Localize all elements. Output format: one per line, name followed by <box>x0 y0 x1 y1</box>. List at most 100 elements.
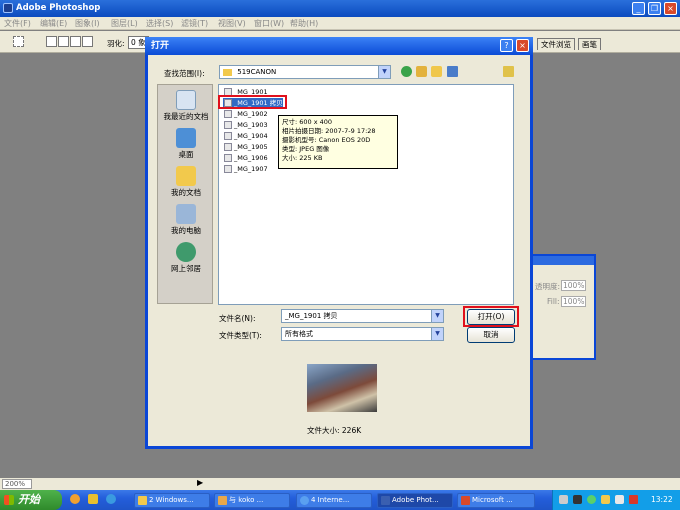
image-file-icon <box>224 154 232 162</box>
back-icon[interactable] <box>401 66 412 77</box>
tooltip-date: 相片拍摄日期: 2007-7-9 17:28 <box>282 127 376 135</box>
zoom-level[interactable]: 200% <box>2 479 32 489</box>
chevron-down-icon[interactable]: ▼ <box>431 310 443 322</box>
open-button-highlight <box>463 306 519 327</box>
menu-filter[interactable]: 滤镜(T) <box>181 18 208 29</box>
tooltip-size: 大小: 225 KB <box>282 154 323 162</box>
filename-value: _MG_1901 拷贝 <box>285 312 338 320</box>
new-folder-icon[interactable] <box>431 66 442 77</box>
menu-help[interactable]: 帮助(H) <box>290 18 318 29</box>
place-my-computer[interactable]: 我的电脑 <box>158 204 214 236</box>
list-item[interactable]: _MG_1903 <box>223 120 268 130</box>
fill-label: Fill: <box>547 297 560 306</box>
places-bar: 我最近的文档 桌面 我的文档 我的电脑 网上邻居 <box>157 84 213 304</box>
tooltip-camera: 摄影机型号: Canon EOS 20D <box>282 136 371 144</box>
cancel-button[interactable]: 取消 <box>467 327 515 343</box>
subtract-selection-icon[interactable] <box>70 36 81 47</box>
tray-icon[interactable] <box>587 495 596 504</box>
folder-icon <box>138 496 147 505</box>
up-folder-icon[interactable] <box>416 66 427 77</box>
task-chat[interactable]: 与 koko ... <box>214 493 290 508</box>
list-item[interactable]: _MG_1902 <box>223 109 268 119</box>
look-in-select[interactable]: 519CANON ▼ <box>219 65 391 79</box>
opacity-value[interactable]: 100% <box>561 280 587 291</box>
file-info-tooltip: 尺寸: 600 x 400 相片拍摄日期: 2007-7-9 17:28 摄影机… <box>278 115 398 169</box>
fill-value[interactable]: 100% <box>561 296 587 307</box>
new-selection-icon[interactable] <box>46 36 57 47</box>
image-file-icon <box>224 110 232 118</box>
quicklaunch-icon[interactable] <box>70 494 80 504</box>
task-internet[interactable]: 4 Interne... <box>296 493 372 508</box>
browser-icon <box>300 496 309 505</box>
help-icon[interactable]: ? <box>500 39 513 52</box>
place-desktop[interactable]: 桌面 <box>158 128 214 160</box>
chevron-down-icon[interactable]: ▼ <box>378 66 390 78</box>
task-microsoft[interactable]: Microsoft ... <box>457 493 535 508</box>
file-size-label: 文件大小: 226K <box>307 426 362 435</box>
views-menu-icon[interactable] <box>447 66 458 77</box>
list-item[interactable]: _MG_1904 <box>223 131 268 141</box>
place-recent[interactable]: 我最近的文档 <box>158 90 214 122</box>
filename-input[interactable]: _MG_1901 拷贝 ▼ <box>281 309 444 323</box>
tooltip-dimensions: 尺寸: 600 x 400 <box>282 118 333 126</box>
chat-icon <box>218 496 227 505</box>
menu-file[interactable]: 文件(F) <box>4 18 31 29</box>
image-file-icon <box>224 165 232 173</box>
menu-layer[interactable]: 图层(L) <box>111 18 138 29</box>
place-my-documents[interactable]: 我的文档 <box>158 166 214 198</box>
system-tray: 13:22 <box>552 490 680 510</box>
menu-bar: 文件(F) 编辑(E) 图象(I) 图层(L) 选择(S) 滤镜(T) 视图(V… <box>0 17 680 30</box>
layers-palette: 透明度: 100% Fill: 100% <box>531 254 596 360</box>
add-selection-icon[interactable] <box>58 36 69 47</box>
dialog-close-icon[interactable]: × <box>516 39 529 52</box>
list-item[interactable]: _MG_1905 <box>223 142 268 152</box>
filetype-label: 文件类型(T): <box>219 331 262 340</box>
windows-logo-icon <box>4 495 14 505</box>
close-icon[interactable]: × <box>664 2 677 15</box>
quicklaunch-icon[interactable] <box>106 494 116 504</box>
list-item[interactable]: _MG_1906 <box>223 153 268 163</box>
start-button[interactable]: 开始 <box>0 490 62 510</box>
marquee-tool-icon[interactable] <box>13 36 24 47</box>
desktop-icon <box>176 128 196 148</box>
restore-icon[interactable]: ❐ <box>648 2 661 15</box>
task-photoshop[interactable]: Adobe Phot... <box>377 493 453 508</box>
intersect-selection-icon[interactable] <box>82 36 93 47</box>
app-title: Adobe Photoshop <box>16 3 101 13</box>
menu-view[interactable]: 视图(V) <box>218 18 246 29</box>
minimize-icon[interactable]: _ <box>632 2 645 15</box>
list-item[interactable]: _MG_1907 <box>223 164 268 174</box>
tray-icon[interactable] <box>615 495 624 504</box>
image-file-icon <box>224 121 232 129</box>
task-windows[interactable]: 2 Windows... <box>134 493 210 508</box>
opacity-label: 透明度: <box>535 282 561 291</box>
place-network[interactable]: 网上邻居 <box>158 242 214 274</box>
filetype-select[interactable]: 所有格式 ▼ <box>281 327 444 341</box>
tab-file-browser[interactable]: 文件浏览 <box>537 38 575 50</box>
chevron-down-icon[interactable]: ▼ <box>431 328 443 340</box>
office-icon <box>461 496 470 505</box>
folder-icon <box>223 68 232 76</box>
image-file-icon <box>224 132 232 140</box>
selected-file-highlight <box>218 95 287 109</box>
quicklaunch-icon[interactable] <box>88 494 98 504</box>
menu-image[interactable]: 图象(I) <box>75 18 100 29</box>
menu-edit[interactable]: 编辑(E) <box>40 18 67 29</box>
tray-icon[interactable] <box>601 495 610 504</box>
filename-label: 文件名(N): <box>219 314 256 323</box>
tray-icon[interactable] <box>629 495 638 504</box>
tray-icon[interactable] <box>559 495 568 504</box>
network-places-icon <box>176 242 196 262</box>
clock[interactable]: 13:22 <box>651 495 673 504</box>
tools-icon[interactable] <box>503 66 514 77</box>
status-arrow-icon[interactable]: ▶ <box>197 478 203 487</box>
tray-icon[interactable] <box>573 495 582 504</box>
image-preview <box>307 364 377 412</box>
menu-select[interactable]: 选择(S) <box>146 18 173 29</box>
menu-window[interactable]: 窗口(W) <box>254 18 284 29</box>
tab-brushes[interactable]: 画笔 <box>578 38 601 50</box>
palette-title-bar <box>533 256 594 265</box>
my-computer-icon <box>176 204 196 224</box>
photoshop-icon <box>381 496 390 505</box>
look-in-value: 519CANON <box>237 68 277 76</box>
